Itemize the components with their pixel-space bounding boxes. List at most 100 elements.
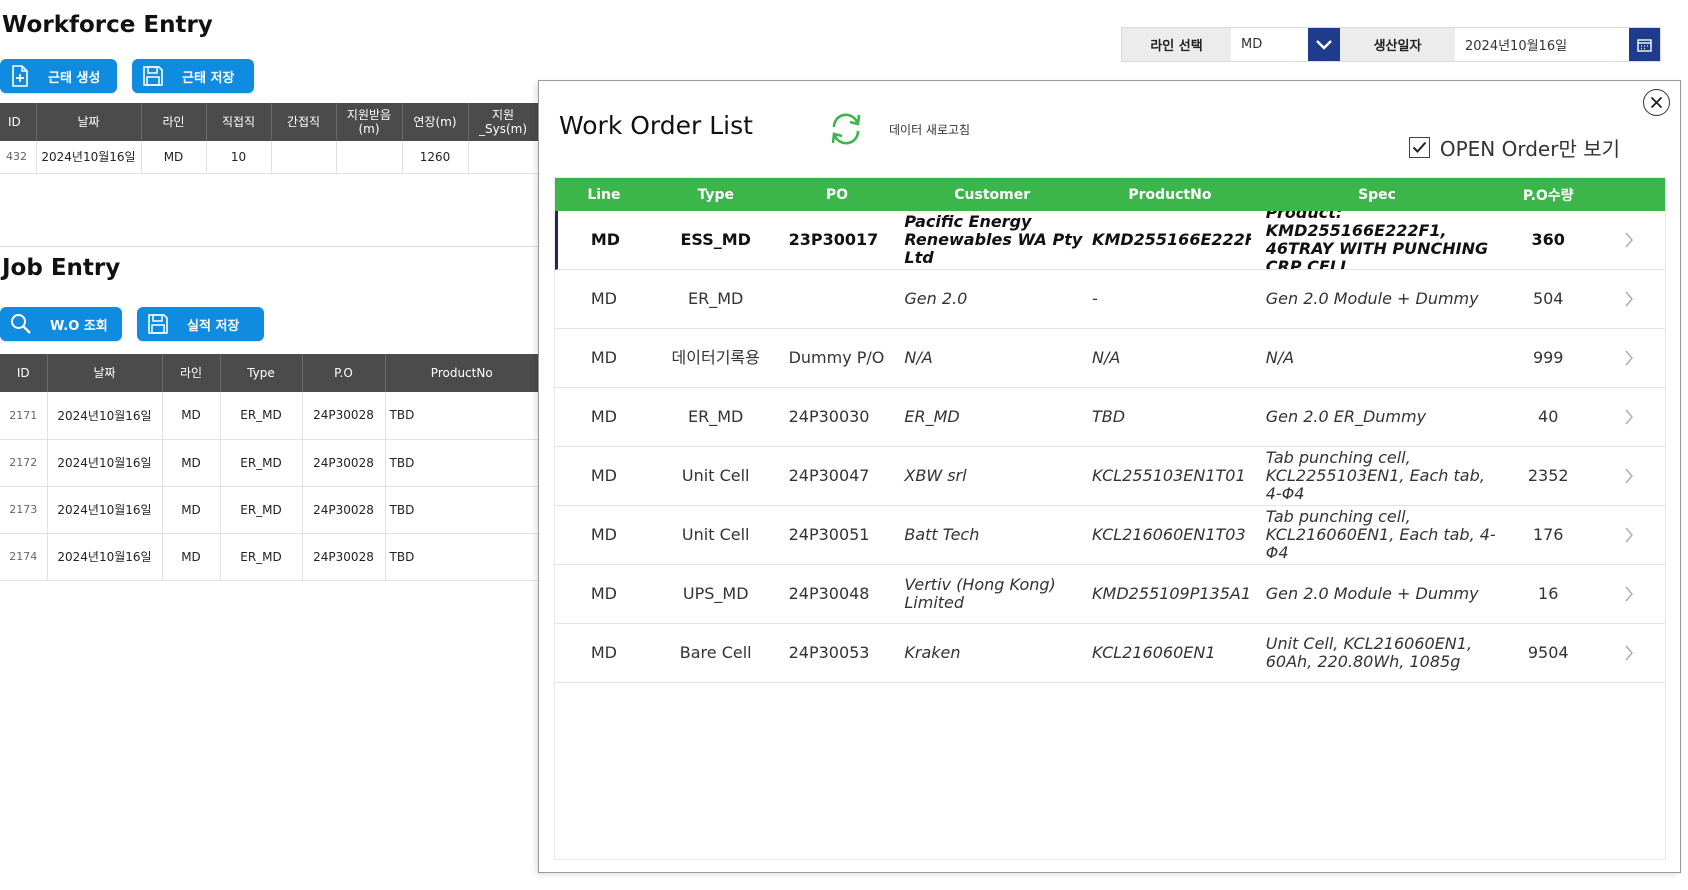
col-date[interactable]: 날짜: [47, 354, 163, 392]
open-order-toggle[interactable]: OPEN Order만 보기: [1408, 133, 1620, 162]
workforce-title: Workforce Entry: [2, 12, 213, 38]
job-entry-title: Job Entry: [2, 255, 121, 281]
chevron-right-icon[interactable]: [1593, 270, 1665, 328]
cell-overtime[interactable]: 1260: [402, 141, 469, 174]
cell-spec: Tab punching cell, KCL216060EN1, Each ta…: [1265, 507, 1496, 562]
col-overtime[interactable]: 연장(m): [402, 103, 469, 141]
cell-type: ER_MD: [220, 533, 303, 581]
col-type[interactable]: Type: [220, 354, 303, 392]
chevron-right-icon[interactable]: [1593, 565, 1665, 623]
chevron-right-icon[interactable]: [1593, 506, 1665, 564]
work-order-row[interactable]: MD Bare Cell 24P30053 Kraken KCL216060EN1 Uni…: [555, 624, 1665, 683]
col-date[interactable]: 날짜: [36, 103, 142, 141]
close-modal-button[interactable]: [1643, 89, 1670, 116]
table-row[interactable]: 2172 2024년10월16일 MD ER_MD 24P30028 TBD: [0, 439, 538, 487]
refresh-label[interactable]: 데이터 새로고침: [889, 121, 970, 138]
col-po[interactable]: P.O: [302, 354, 386, 392]
work-order-modal: Work Order List 데이터 새로고침 OPEN Order만 보기 …: [538, 80, 1681, 873]
col-sys[interactable]: 지원 _Sys(m): [468, 103, 539, 141]
table-row[interactable]: 2171 2024년10월16일 MD ER_MD 24P30028 TBD: [0, 392, 538, 440]
create-attendance-label: 근태 생성: [48, 70, 101, 86]
col-type[interactable]: Type: [653, 178, 779, 211]
cell-line: MD: [590, 643, 617, 662]
col-spec[interactable]: Spec: [1251, 178, 1504, 211]
calendar-button[interactable]: [1629, 28, 1660, 61]
open-order-checkbox[interactable]: [1408, 137, 1430, 158]
chevron-right-icon[interactable]: [1593, 447, 1665, 505]
cell-po: 24P30028: [302, 486, 386, 534]
cell-direct[interactable]: 10: [206, 141, 272, 174]
work-order-row[interactable]: MD Unit Cell 24P30051 Batt Tech KCL216060EN1…: [555, 506, 1665, 565]
cell-po-qty: 360: [1531, 230, 1565, 249]
cell-productno: TBD: [385, 392, 538, 440]
line-dropdown-button[interactable]: [1308, 28, 1340, 61]
col-indirect[interactable]: 간접직: [271, 103, 337, 141]
cell-po: 24P30028: [302, 392, 386, 440]
cell-po: 24P30028: [302, 533, 386, 581]
cell-productno: TBD: [385, 486, 538, 534]
production-date-input[interactable]: 2024년10월16일: [1455, 28, 1629, 61]
table-row[interactable]: 432 2024년10월16일 MD 10 1260: [0, 141, 539, 174]
wo-search-button[interactable]: W.O 조회: [0, 307, 122, 341]
col-line[interactable]: 라인: [162, 354, 221, 392]
work-order-row[interactable]: MD ER_MD Gen 2.0 - Gen 2.0 Module + Dummy 504: [555, 270, 1665, 329]
col-productno[interactable]: ProductNo: [1089, 178, 1251, 211]
cell-line: MD: [590, 407, 617, 426]
cell-customer: N/A: [904, 348, 933, 367]
col-id[interactable]: ID: [0, 103, 37, 141]
cell-po: 24P30053: [788, 643, 870, 662]
create-attendance-button[interactable]: 근태 생성: [0, 59, 117, 93]
cell-type: 데이터기록용: [671, 348, 760, 367]
cell-spec: Product: KMD255166E222F1, 46TRAY WITH PU…: [1265, 211, 1489, 269]
cell-productno: KCL255103EN1T01: [1092, 466, 1246, 485]
table-row[interactable]: 2174 2024년10월16일 MD ER_MD 24P30028 TBD: [0, 533, 538, 581]
chevron-right-icon[interactable]: [1593, 211, 1665, 269]
work-order-rows: MD ESS_MD 23P30017 Pacific Energy Renewable…: [555, 211, 1665, 683]
cell-customer: ER_MD: [904, 407, 960, 426]
chevron-right-icon[interactable]: [1593, 329, 1665, 387]
cell-sys[interactable]: [468, 141, 539, 174]
table-row[interactable]: 2173 2024년10월16일 MD ER_MD 24P30028 TBD: [0, 486, 538, 534]
col-support[interactable]: 지원받음 (m): [336, 103, 403, 141]
cell-customer: XBW srl: [904, 466, 967, 485]
chevron-right-icon[interactable]: [1593, 388, 1665, 446]
cell-id: 2171: [0, 392, 48, 440]
section-divider: [0, 246, 538, 247]
chevron-right-icon[interactable]: [1593, 624, 1665, 682]
work-order-row[interactable]: MD ER_MD 24P30030 ER_MD TBD Gen 2.0 ER_Dummy 4…: [555, 388, 1665, 447]
col-direct[interactable]: 직접직: [206, 103, 272, 141]
cell-productno: TBD: [385, 439, 538, 487]
cell-customer: Kraken: [904, 643, 961, 662]
work-order-row[interactable]: MD Unit Cell 24P30047 XBW srl KCL255103EN1T0…: [555, 447, 1665, 506]
cell-support[interactable]: [336, 141, 403, 174]
col-id[interactable]: ID: [0, 354, 48, 392]
work-order-row[interactable]: MD UPS_MD 24P30048 Vertiv (Hong Kong) Limit…: [555, 565, 1665, 624]
cell-spec: N/A: [1265, 348, 1295, 367]
cell-po: 24P30047: [788, 466, 870, 485]
cell-customer: Batt Tech: [904, 525, 980, 544]
save-attendance-button[interactable]: 근태 저장: [132, 59, 254, 93]
col-po-qty[interactable]: P.O수량: [1503, 178, 1593, 211]
cell-line: MD: [162, 439, 221, 487]
col-action: [1593, 178, 1665, 211]
cell-type: Bare Cell: [679, 643, 752, 662]
cell-type: ER_MD: [220, 392, 303, 440]
cell-spec: Gen 2.0 Module + Dummy: [1265, 584, 1479, 603]
col-po[interactable]: PO: [779, 178, 896, 211]
cell-productno: KCL216060EN1T03: [1092, 525, 1246, 544]
work-order-row[interactable]: MD ESS_MD 23P30017 Pacific Energy Renewable…: [555, 211, 1665, 270]
col-customer[interactable]: Customer: [895, 178, 1089, 211]
cell-customer: Gen 2.0: [904, 289, 968, 308]
refresh-button[interactable]: [826, 109, 866, 153]
cell-productno: N/A: [1092, 348, 1121, 367]
col-line[interactable]: 라인: [141, 103, 207, 141]
col-line[interactable]: Line: [555, 178, 653, 211]
floppy-disk-icon: [148, 314, 168, 334]
calendar-icon: [1637, 38, 1652, 52]
work-order-row[interactable]: MD 데이터기록용 Dummy P/O N/A N/A N/A 999: [555, 329, 1665, 388]
line-select-value[interactable]: MD: [1231, 28, 1308, 61]
cell-id: 2174: [0, 533, 48, 581]
save-result-button[interactable]: 실적 저장: [137, 307, 264, 341]
col-productno[interactable]: ProductNo: [385, 354, 538, 392]
cell-indirect[interactable]: [271, 141, 337, 174]
